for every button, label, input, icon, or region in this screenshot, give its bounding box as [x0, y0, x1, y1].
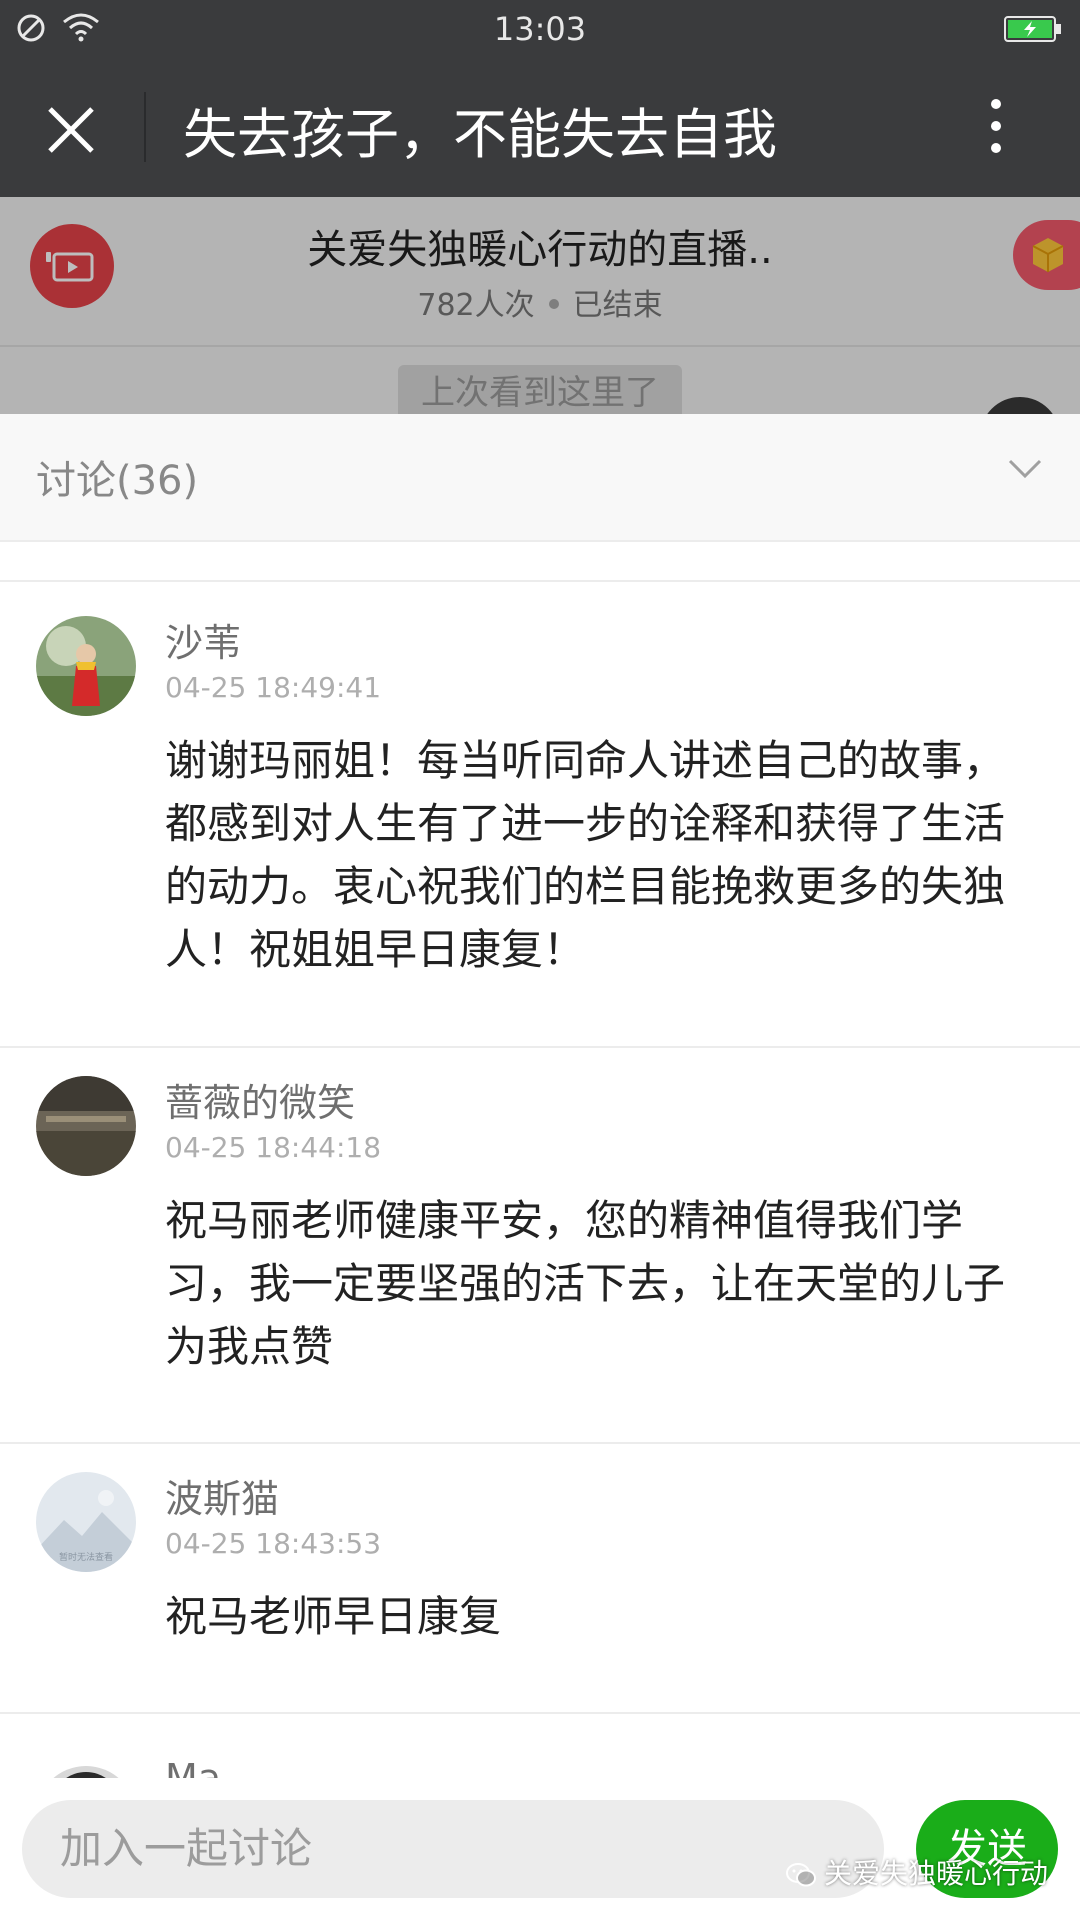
comment-text: 谢谢玛丽姐！每当听同命人讲述自己的故事，都感到对人生有了进一步的诠释和获得了生活… [165, 736, 1006, 974]
comment-time: 04-25 18:43:53 [165, 1527, 382, 1560]
commenter-name: Ma [165, 1756, 222, 1778]
page-title: 失去孩子，不能失去自我 [183, 103, 777, 166]
comment-input-bar: 加入一起讨论 发送 [0, 1778, 1080, 1920]
close-icon[interactable] [44, 103, 98, 157]
comment-text: 祝马老师早日康复 [165, 1592, 502, 1641]
wechat-icon [786, 1863, 816, 1887]
commenter-name: 蔷薇的微笑 [165, 1081, 356, 1125]
comment-item: Ma [0, 1714, 1080, 1778]
avatar[interactable] [36, 1766, 136, 1778]
comment-item: 沙苇 04-25 18:49:41 谢谢玛丽姐！每当听同命人讲述自己的故事，都感… [0, 582, 1080, 1046]
discussion-count-label: 讨论(36) [36, 458, 199, 504]
watermark-text: 关爱失独暖心行动 [824, 1857, 1049, 1890]
comment-time: 04-25 18:49:41 [165, 671, 382, 704]
nav-divider [144, 92, 146, 162]
commenter-name: 沙苇 [165, 621, 242, 665]
discussion-panel: 讨论(36) 沙苇 04-25 18:49:41 谢谢玛丽姐！每当听同命人讲述自… [0, 414, 1080, 1920]
more-options-icon[interactable] [984, 96, 1008, 156]
comment-item: 蔷薇的微笑 04-25 18:44:18 祝马丽老师健康平安，您的精神值得我们学… [0, 1042, 1080, 1446]
comment-input[interactable]: 加入一起讨论 [22, 1800, 884, 1898]
watermark: 关爱失独暖心行动 [786, 1852, 1048, 1892]
chevron-down-icon[interactable] [1008, 458, 1042, 480]
status-bar: 13:03 [0, 0, 1080, 56]
navigation-bar: 失去孩子，不能失去自我 [0, 56, 1080, 197]
overlay-dim [0, 197, 1080, 414]
comment-time: 04-25 18:44:18 [165, 1131, 382, 1164]
live-stream-header[interactable]: 关爱失独暖心行动的直播.. 782人次 已结束 上次看到这里了 [0, 197, 1080, 414]
avatar-caption: 暂时无法查看 [59, 1551, 113, 1563]
commenter-name: 波斯猫 [165, 1477, 280, 1521]
avatar[interactable] [36, 616, 136, 716]
avatar[interactable] [36, 1076, 136, 1176]
clock: 13:03 [493, 10, 587, 48]
battery-icon [1004, 16, 1061, 42]
discussion-header[interactable]: 讨论(36) [0, 414, 1080, 540]
comment-item: 暂时无法查看 波斯猫 04-25 18:43:53 祝马老师早日康复 [0, 1438, 1080, 1704]
divider [0, 540, 1080, 542]
comment-text: 祝马丽老师健康平安，您的精神值得我们学习，我一定要坚强的活下去，让在天堂的儿子为… [165, 1196, 1006, 1371]
avatar[interactable]: 暂时无法查看 [36, 1472, 136, 1572]
